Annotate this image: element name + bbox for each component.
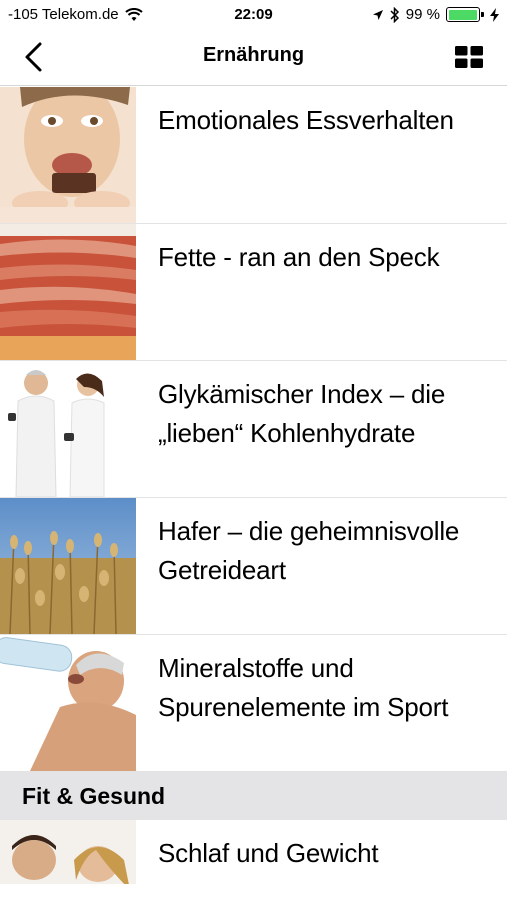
oat-field-image — [0, 498, 136, 634]
section-title: Fit & Gesund — [22, 783, 166, 809]
location-arrow-icon — [372, 9, 383, 20]
bluetooth-icon — [390, 6, 399, 23]
battery-fill — [448, 9, 478, 20]
article-title: Mineralstoffe und Spurenelemente im Spor… — [158, 653, 449, 722]
page-title: Ernährung — [202, 44, 305, 66]
list-item[interactable]: Fette - ran an den Speck — [0, 224, 507, 361]
bacon-slices-image — [0, 224, 136, 360]
article-title: Emotionales Essverhalten — [158, 105, 454, 135]
battery-percent: 99 % — [405, 6, 440, 23]
section-header: Fit & Gesund — [0, 772, 507, 820]
list-item[interactable]: Mineralstoffe und Spurenelemente im Spor… — [0, 635, 507, 772]
list-item[interactable]: Glykämischer Index – die „lieben“ Kohlen… — [0, 361, 507, 498]
grid-view-icon[interactable] — [455, 46, 483, 68]
article-title: Fette - ran an den Speck — [158, 242, 440, 272]
man-drinking-water-image — [0, 635, 136, 771]
status-bar: -105 Telekom.de 22:09 99 % — [0, 0, 507, 30]
list-item[interactable]: Emotionales Essverhalten — [0, 87, 507, 224]
article-title: Hafer – die geheimnisvolle Getreideart — [158, 516, 460, 585]
navigation-bar: Ernährung — [0, 30, 507, 86]
status-right: 99 % — [372, 6, 499, 23]
woman-eating-chocolate-image — [0, 87, 136, 223]
list-item[interactable]: Hafer – die geheimnisvolle Getreideart — [0, 498, 507, 635]
battery-icon — [446, 7, 484, 22]
article-title: Schlaf und Gewicht — [158, 838, 379, 868]
couple-with-dumbbells-image — [0, 361, 136, 497]
article-list: Emotionales Essverhalten Fette - ran an … — [0, 87, 507, 900]
sleeping-couple-image — [0, 820, 136, 900]
list-item[interactable]: Schlaf und Gewicht — [0, 820, 507, 900]
article-title: Glykämischer Index – die „lieben“ Kohlen… — [158, 379, 446, 448]
charging-bolt-icon — [490, 7, 499, 22]
